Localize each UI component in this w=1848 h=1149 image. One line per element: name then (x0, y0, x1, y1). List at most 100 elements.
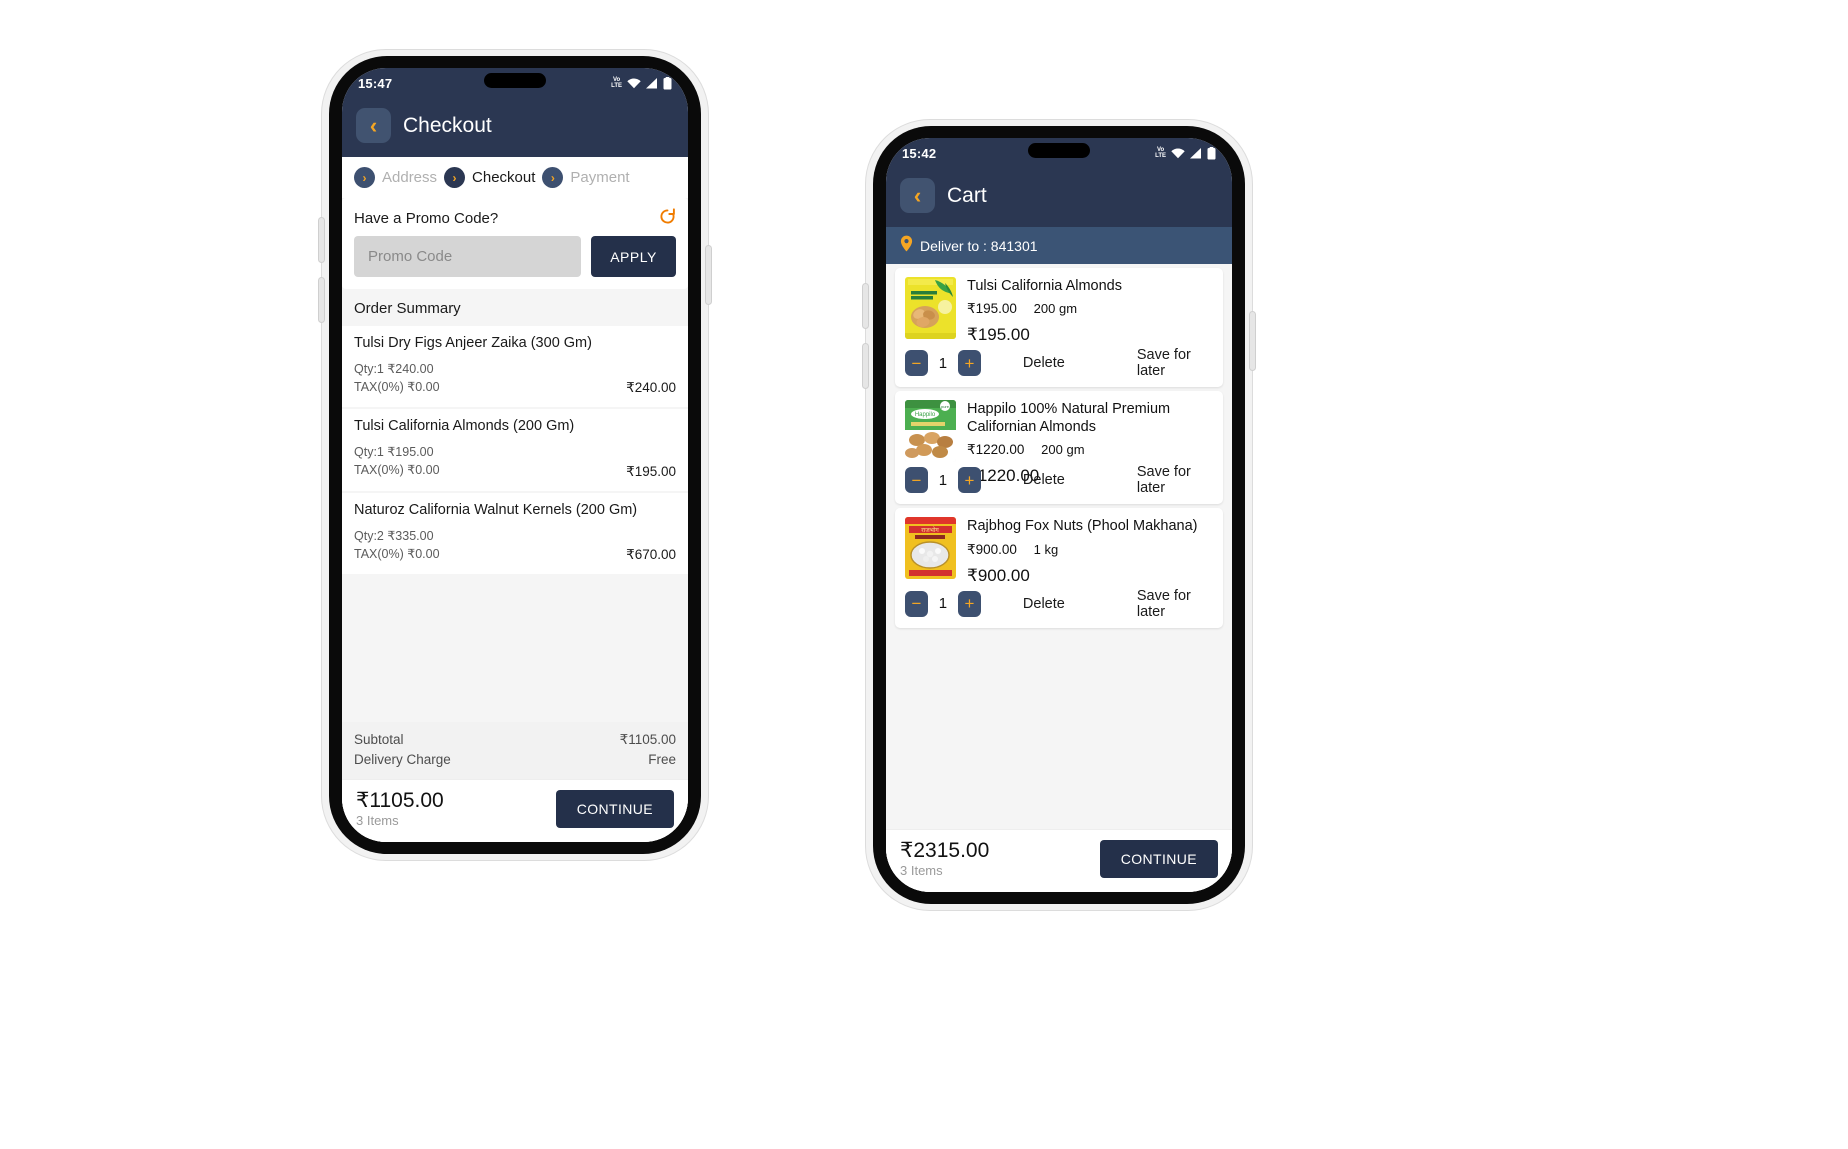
order-summary-heading: Order Summary (354, 300, 461, 317)
location-pin-icon (900, 235, 913, 256)
delete-item-link[interactable]: Delete (1023, 596, 1065, 612)
order-item-name: Naturoz California Walnut Kernels (200 G… (354, 501, 638, 518)
step-label-address[interactable]: Address (382, 169, 437, 186)
cart-item-weight: 1 kg (1033, 541, 1059, 557)
cart-item-info: Rajbhog Fox Nuts (Phool Makhana) ₹900.00… (967, 517, 1213, 585)
order-item-qty: Qty:2 ₹335.00 (354, 528, 434, 543)
decrease-qty-button[interactable]: − (905, 590, 928, 617)
cart-phone-device: 15:42 Vo LTE ‹ Cart Deliver to: 841301 … (863, 120, 1255, 910)
step-label-payment[interactable]: Payment (570, 169, 629, 186)
increase-qty-button[interactable]: + (957, 350, 981, 377)
chevron-left-icon: ‹ (369, 112, 378, 138)
cart-item-unit-price: ₹1220.00 (967, 442, 1025, 458)
status-time: 15:47 (358, 75, 393, 91)
status-bar: 15:42 Vo LTE (886, 138, 1232, 168)
cart-footer-bar: ₹2315.00 3 Items CONTINUE (886, 829, 1232, 892)
order-item-total: ₹240.00 (626, 380, 676, 396)
volte-icon: Vo LTE (611, 77, 622, 89)
promo-input-row: APPLY (354, 236, 676, 277)
page-title: Cart (947, 183, 987, 207)
battery-icon (663, 76, 672, 90)
device-notch (484, 73, 546, 88)
cart-item-card: राजभोग Rajbhog Fox Nuts (Phool Makhana) … (895, 508, 1223, 628)
wifi-icon (627, 78, 641, 89)
svg-text:Happilo: Happilo (915, 412, 936, 418)
cart-item-top: राजभोग Rajbhog Fox Nuts (Phool Makhana) … (905, 517, 1213, 585)
deliver-to-bar[interactable]: Deliver to : 841301 (886, 227, 1232, 264)
product-thumbnail: pure Happilo (905, 400, 956, 463)
status-bar: 15:47 Vo LTE (342, 68, 688, 98)
volte-icon: Vo LTE (1155, 147, 1166, 159)
back-button[interactable]: ‹ (356, 108, 391, 143)
order-summary-list: Tulsi Dry Figs Anjeer Zaika (300 Gm) Qty… (342, 326, 688, 722)
chevron-right-icon: › (452, 170, 457, 185)
checkout-screen: 15:47 Vo LTE ‹ Checkout › Address › Chec… (342, 68, 688, 842)
order-item-total: ₹670.00 (626, 546, 676, 562)
order-item-qty: Qty:1 ₹195.00 (354, 445, 434, 460)
save-for-later-link[interactable]: Save for later (1137, 588, 1213, 620)
power-button[interactable] (1250, 312, 1255, 370)
product-thumbnail: राजभोग (905, 517, 956, 580)
grand-total-items: 3 Items (900, 862, 943, 878)
delete-item-link[interactable]: Delete (1023, 472, 1065, 488)
cart-item-line-total: ₹900.00 (967, 565, 1030, 585)
volume-down-button[interactable] (863, 344, 868, 388)
cart-item-name: Happilo 100% Natural Premium Californian… (967, 401, 1171, 435)
cart-item-name: Tulsi California Almonds (967, 278, 1122, 294)
delivery-value: Free (648, 751, 676, 767)
save-for-later-link[interactable]: Save for later (1137, 347, 1213, 379)
cart-item-card: Tulsi California Almonds ₹195.00 200 gm … (895, 268, 1223, 388)
increase-qty-button[interactable]: + (957, 467, 981, 494)
volume-up-button[interactable] (319, 218, 324, 262)
page-title: Checkout (403, 113, 492, 137)
cart-item-line-total: ₹195.00 (967, 325, 1030, 345)
cart-screen: 15:42 Vo LTE ‹ Cart Deliver to: 841301 … (886, 138, 1232, 892)
decrease-qty-button[interactable]: − (905, 350, 928, 377)
device-notch (1028, 143, 1090, 158)
grand-total-items: 3 Items (356, 812, 399, 828)
delivery-label: Delivery Charge (354, 751, 451, 767)
battery-icon (1207, 146, 1216, 160)
promo-code-input[interactable] (354, 236, 581, 277)
step-label-checkout[interactable]: Checkout (472, 169, 535, 186)
cart-item-weight: 200 gm (1033, 301, 1078, 317)
refresh-icon[interactable] (659, 208, 676, 228)
signal-icon (646, 77, 658, 89)
cart-items-list: Tulsi California Almonds ₹195.00 200 gm … (886, 264, 1232, 829)
screenshot-canvas: 15:47 Vo LTE ‹ Checkout › Address › Chec… (0, 0, 1848, 1149)
delivery-row: Delivery Charge Free (354, 750, 676, 770)
step-icon-address[interactable]: › (354, 167, 375, 188)
order-item-row: Tulsi California Almonds (200 Gm) Qty:1 … (342, 409, 688, 491)
cart-item-unit-line: ₹195.00 200 gm (967, 301, 1213, 317)
volume-up-button[interactable] (863, 284, 868, 328)
checkout-footer-bar: ₹1105.00 3 Items CONTINUE (342, 779, 688, 842)
cart-item-unit-price: ₹195.00 (967, 301, 1017, 317)
apply-promo-button[interactable]: APPLY (591, 236, 676, 277)
order-item-row: Tulsi Dry Figs Anjeer Zaika (300 Gm) Qty… (342, 326, 688, 408)
app-bar: ‹ Checkout (342, 98, 688, 157)
delete-item-link[interactable]: Delete (1023, 355, 1065, 371)
grand-total-block: ₹1105.00 3 Items (356, 790, 444, 828)
qty-value: 1 (938, 471, 948, 489)
cart-body: Tulsi California Almonds ₹195.00 200 gm … (886, 264, 1232, 892)
grand-total-amount: ₹2315.00 (900, 839, 990, 863)
continue-button[interactable]: CONTINUE (555, 790, 674, 828)
step-icon-payment[interactable]: › (542, 167, 564, 188)
cart-item-info: Tulsi California Almonds ₹195.00 200 gm … (967, 277, 1213, 345)
continue-button[interactable]: CONTINUE (1099, 840, 1218, 878)
cart-item-name: Rajbhog Fox Nuts (Phool Makhana) (967, 518, 1198, 535)
chevron-right-icon: › (362, 170, 367, 185)
increase-qty-button[interactable]: + (957, 590, 981, 617)
step-icon-checkout[interactable]: › (444, 167, 466, 188)
back-button[interactable]: ‹ (900, 178, 935, 213)
order-item-name: Tulsi California Almonds (200 Gm) (354, 418, 575, 435)
decrease-qty-button[interactable]: − (905, 467, 928, 494)
cart-item-unit-line: ₹1220.00 200 gm (967, 442, 1213, 458)
subtotal-row: Subtotal ₹1105.00 (354, 730, 676, 750)
cart-item-actions: − 1 + Delete Save for later (905, 588, 1213, 620)
volume-down-button[interactable] (319, 278, 324, 322)
checkout-phone-device: 15:47 Vo LTE ‹ Checkout › Address › Chec… (319, 50, 711, 860)
save-for-later-link[interactable]: Save for later (1137, 464, 1213, 496)
power-button[interactable] (706, 246, 711, 304)
checkout-body: Have a Promo Code? APPLY Order Sum (342, 198, 688, 842)
